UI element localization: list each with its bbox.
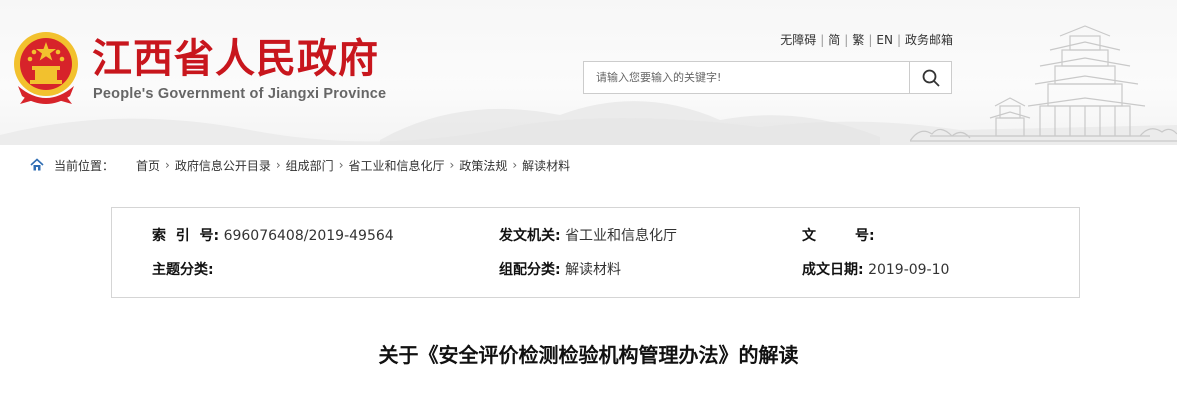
category-label: 组配分类: [499,262,561,278]
separator: | [844,33,849,47]
index-number-value: 696076408/2019-49564 [223,228,394,244]
document-number: 文 号: [802,226,875,246]
article-title: 关于《安全评价检测检验机构管理办法》的解读 [378,343,799,367]
english-link[interactable]: EN [876,33,893,47]
written-date-value: 2019-09-10 [868,262,950,278]
chevron-right-icon: › [449,158,455,172]
site-title: 江西省人民政府 [92,35,379,82]
site-subtitle: People's Government of Jiangxi Province [93,86,387,102]
document-number-label: 文 号: [802,228,875,244]
breadcrumb-bar: 当前位置： 首页 › 政府信息公开目录 › 组成部门 › 省工业和信息化厅 › … [0,145,1177,185]
national-emblem-icon [14,32,78,104]
topic-label: 主题分类: [152,262,214,278]
breadcrumb-home[interactable]: 首页 [136,157,160,174]
accessibility-link[interactable]: 无障碍 [780,33,816,47]
breadcrumb-gov-info[interactable]: 政府信息公开目录 [175,157,271,174]
breadcrumb-departments[interactable]: 组成部门 [286,157,334,174]
document-metadata: 索 引 号: 696076408/2019-49564 发文机关: 省工业和信息… [111,207,1080,298]
tengwang-pavilion-illustration [910,25,1177,142]
chevron-right-icon: › [165,158,170,172]
index-number: 索 引 号: 696076408/2019-49564 [152,226,394,246]
separator: | [820,33,825,47]
written-date-label: 成文日期: [802,262,864,278]
search-input[interactable] [584,62,910,93]
home-icon [30,158,44,172]
chevron-right-icon: › [275,158,281,172]
search-box [583,61,952,94]
chevron-right-icon: › [338,158,344,172]
issuer: 发文机关: 省工业和信息化厅 [499,226,677,246]
issuer-label: 发文机关: [499,228,561,244]
written-date: 成文日期: 2019-09-10 [802,260,949,280]
simplified-chinese-link[interactable]: 简 [828,33,840,47]
issuer-value: 省工业和信息化厅 [565,228,678,244]
separator: | [896,33,901,47]
separator: | [868,33,873,47]
index-number-label: 索 引 号: [152,228,220,244]
breadcrumb-miit[interactable]: 省工业和信息化厅 [349,157,445,174]
category: 组配分类: 解读材料 [499,260,621,280]
breadcrumb-interpretation[interactable]: 解读材料 [522,157,570,174]
breadcrumb-policies[interactable]: 政策法规 [459,157,507,174]
breadcrumb: 当前位置： 首页 › 政府信息公开目录 › 组成部门 › 省工业和信息化厅 › … [30,145,570,185]
chevron-right-icon: › [512,158,518,172]
category-value: 解读材料 [565,262,622,278]
site-header: 江西省人民政府 People's Government of Jiangxi P… [0,0,1177,145]
topic: 主题分类: [152,260,214,280]
traditional-chinese-link[interactable]: 繁 [852,33,864,47]
breadcrumb-label: 当前位置： [54,158,115,173]
